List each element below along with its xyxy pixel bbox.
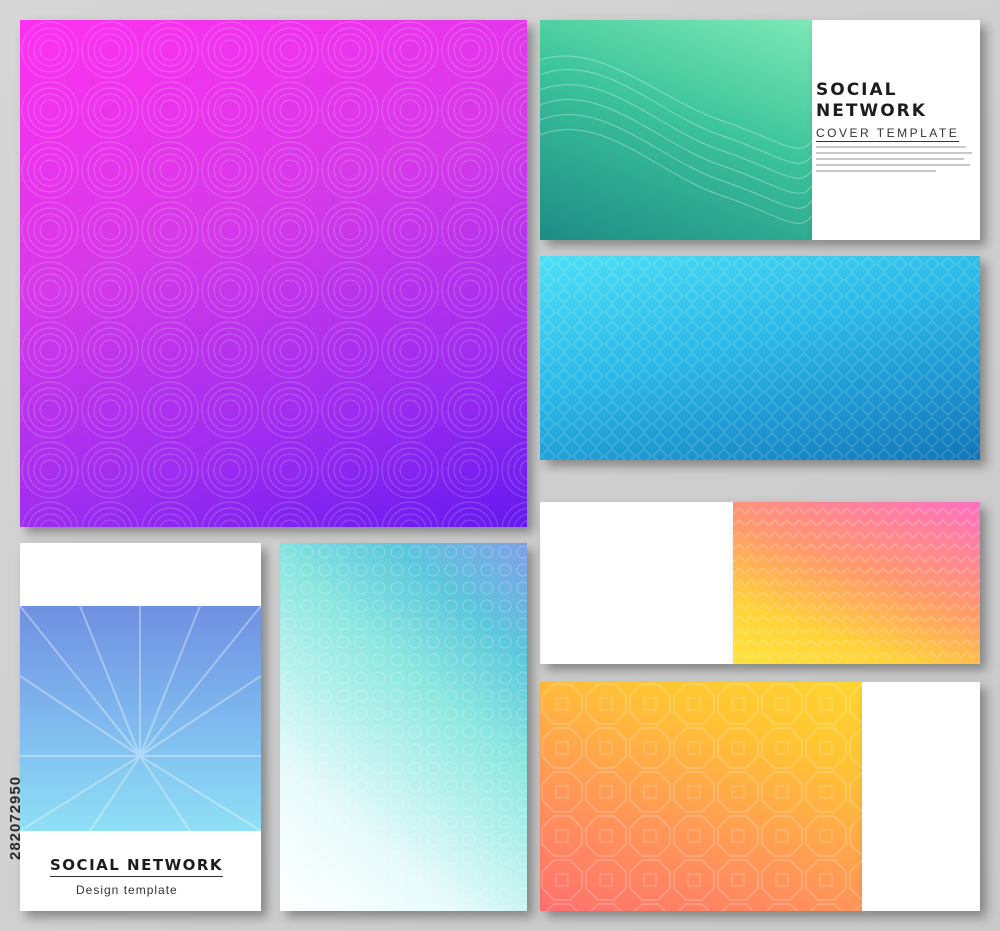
body-text-line xyxy=(816,146,966,148)
cover-green-text-panel: SOCIAL NETWORK COVER TEMPLATE xyxy=(812,20,980,240)
cover-subtitle: Design template xyxy=(76,883,178,897)
cover-pink-text-panel xyxy=(540,502,733,664)
octagon-pattern xyxy=(540,682,862,911)
cover-title: SOCIAL NETWORK xyxy=(50,856,224,877)
sunburst-rays xyxy=(20,606,261,831)
sunburst-art xyxy=(20,606,261,831)
body-text-line xyxy=(816,164,970,166)
cover-subtitle: COVER TEMPLATE xyxy=(816,126,960,142)
cover-title: SOCIAL NETWORK xyxy=(816,80,927,121)
cover-green-art xyxy=(540,20,812,240)
cover-orange-text-panel xyxy=(862,682,980,911)
diamond-pattern xyxy=(540,256,980,460)
ring-pattern xyxy=(280,543,527,911)
body-text-line xyxy=(816,158,964,160)
wave-lines-pattern xyxy=(540,55,812,224)
body-text-line xyxy=(816,152,972,154)
cover-magenta-square xyxy=(20,20,527,527)
circle-pattern xyxy=(20,20,527,527)
cover-orange-art xyxy=(540,682,862,911)
cover-pink-art xyxy=(733,502,980,664)
zigzag-pattern xyxy=(733,502,980,664)
stock-id-label: 282072950 xyxy=(7,775,24,860)
body-text-line xyxy=(816,170,936,172)
cover-blue-wide xyxy=(540,256,980,460)
cover-teal-portrait xyxy=(280,543,527,911)
cover-portrait-blue: SOCIAL NETWORK Design template xyxy=(20,543,261,911)
